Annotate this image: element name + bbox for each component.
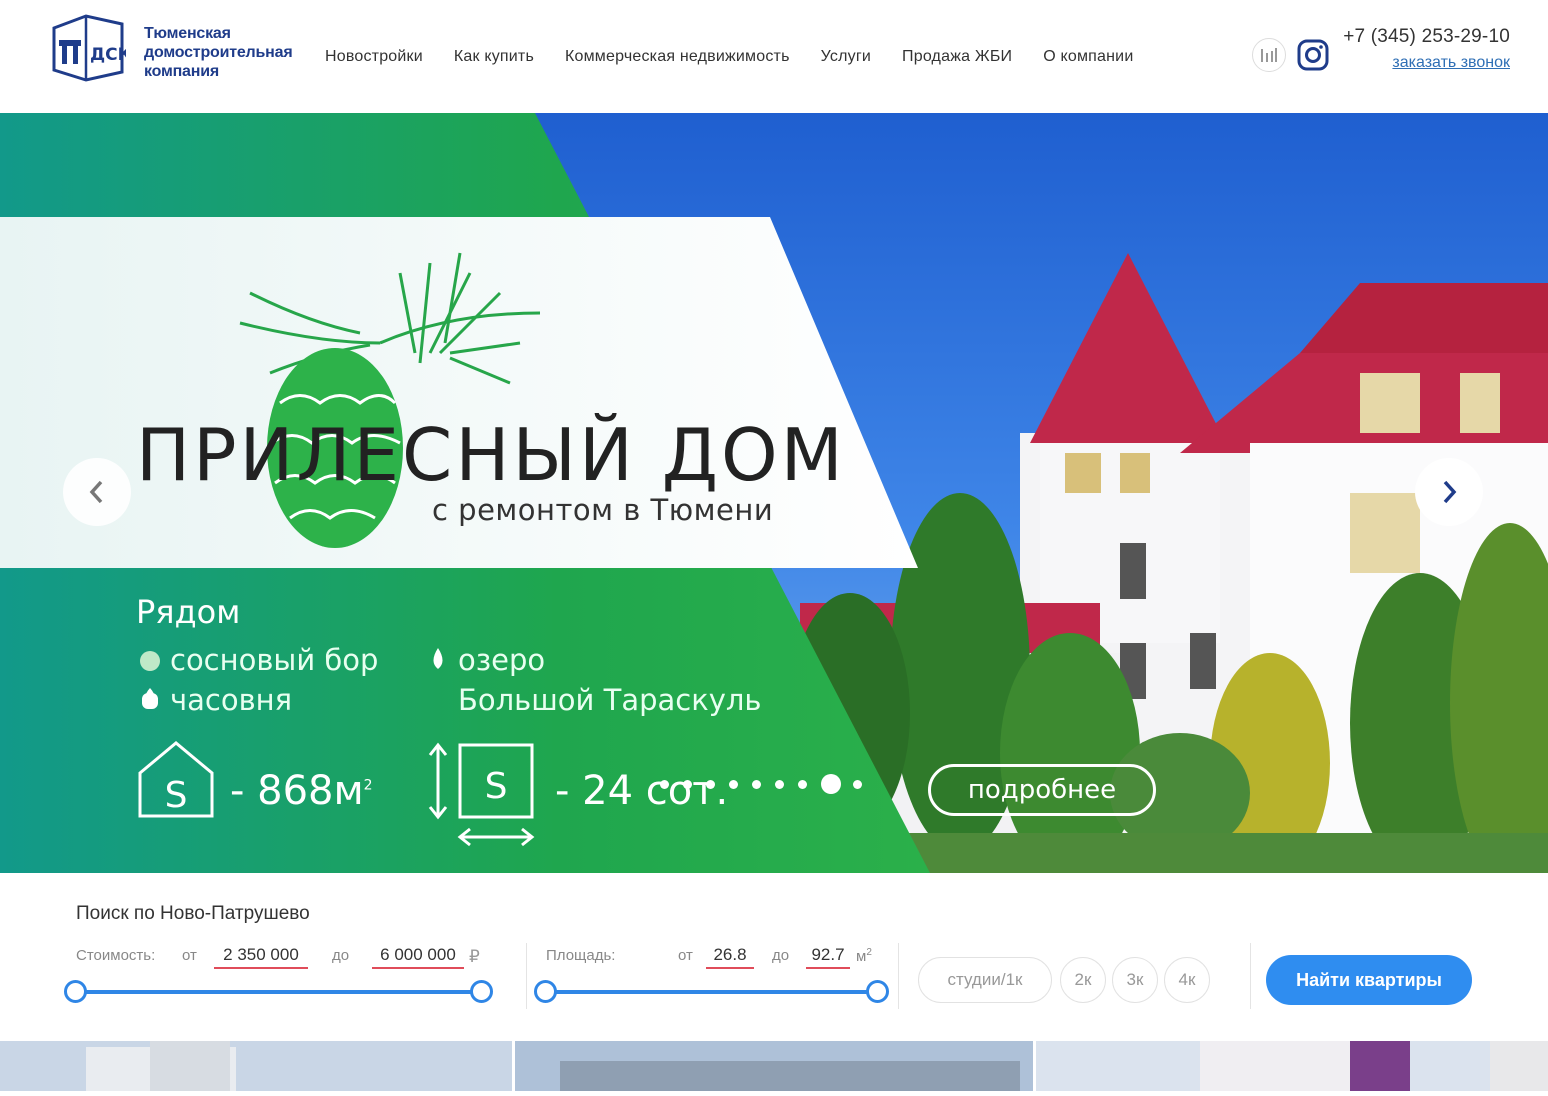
house-area: - 868м2 (230, 768, 373, 814)
room-filter-2k[interactable]: 2к (1060, 957, 1106, 1003)
project-thumbnails (0, 1041, 1548, 1091)
plot-area-letter: S (485, 766, 508, 807)
slider-dots (660, 774, 876, 794)
near-item-lake-name: Большой Тараскуль (458, 683, 762, 717)
hero-slider: S S ПРИЛЕСНЫЙ ДОМ с ремонтом в Тюмени Ря… (0, 113, 1548, 873)
near-title: Рядом (136, 593, 241, 631)
pine-small-icon (140, 651, 160, 671)
more-button[interactable]: подробнее (928, 764, 1156, 816)
price-slider-min-knob[interactable] (64, 980, 87, 1003)
price-label: Стоимость: (76, 947, 156, 964)
house-area-letter: S (165, 775, 188, 816)
logo-mark: ДСК (50, 14, 132, 82)
thumbnails-preview (0, 1041, 1548, 1091)
house-area-sup: 2 (363, 777, 373, 794)
slider-dot[interactable] (821, 774, 841, 794)
area-unit: м2 (856, 947, 872, 965)
nav-item-about[interactable]: О компании (1043, 48, 1133, 66)
slider-dot[interactable] (706, 779, 715, 789)
chevron-left-icon (89, 480, 103, 504)
area-from-label: от (678, 947, 693, 964)
price-from-label: от (182, 947, 197, 964)
divider (526, 943, 527, 1009)
site-header: ДСК Тюменская домостроительная компания … (0, 0, 1548, 113)
chevron-right-icon (1443, 480, 1457, 504)
instagram-icon[interactable] (1296, 38, 1330, 72)
nav-item-commercial[interactable]: Коммерческая недвижимость (565, 48, 790, 66)
slider-prev-button[interactable] (63, 458, 131, 526)
area-slider-max-knob[interactable] (866, 980, 889, 1003)
logo-text-line-3: компания (144, 63, 219, 80)
area-slider-min-knob[interactable] (534, 980, 557, 1003)
divider (1250, 943, 1251, 1009)
nav-item-services[interactable]: Услуги (821, 48, 871, 66)
slider-dot[interactable] (683, 779, 692, 789)
area-label: Площадь: (546, 947, 616, 964)
slider-dot[interactable] (853, 779, 862, 789)
near-item-lake: озеро (458, 643, 546, 677)
price-slider-track[interactable] (76, 990, 480, 994)
price-from-input[interactable]: 2 350 000 (214, 945, 308, 969)
area-slider-track[interactable] (546, 990, 876, 994)
hero-title: ПРИЛЕСНЫЙ ДОМ (136, 413, 846, 497)
callback-link[interactable]: заказать звонок (1392, 54, 1510, 72)
nav-item-how-to-buy[interactable]: Как купить (454, 48, 534, 66)
slider-dot[interactable] (798, 779, 807, 789)
slider-dot[interactable] (729, 779, 738, 789)
apartment-search: Поиск по Ново-Патрушево Стоимость: от 2 … (0, 873, 1548, 1041)
slider-dot[interactable] (775, 779, 784, 789)
price-to-label: до (332, 947, 350, 964)
company-logo[interactable]: ДСК Тюменская домостроительная компания (50, 14, 293, 82)
price-to-input[interactable]: 6 000 000 (372, 945, 464, 969)
area-to-label: до (772, 947, 790, 964)
slider-dot[interactable] (660, 779, 669, 789)
room-filter-studio-1k[interactable]: студии/1к (918, 957, 1052, 1003)
phone-number[interactable]: +7 (345) 253-29-10 (1343, 26, 1510, 48)
logo-mark-text: ДСК (90, 45, 126, 65)
find-apartments-button[interactable]: Найти квартиры (1266, 955, 1472, 1005)
logo-text-line-1: Тюменская (144, 25, 231, 42)
room-filter-4k[interactable]: 4к (1164, 957, 1210, 1003)
logo-text: Тюменская домостроительная компания (144, 24, 293, 81)
near-item-pine-forest: сосновый бор (170, 643, 379, 677)
search-title: Поиск по Ново-Патрушево (76, 903, 310, 924)
area-unit-sup: 2 (866, 947, 872, 958)
nav-item-novostroyki[interactable]: Новостройки (325, 48, 423, 66)
area-from-input[interactable]: 26.8 (706, 945, 754, 969)
hero-subtitle: с ремонтом в Тюмени (432, 493, 774, 527)
slider-dot[interactable] (752, 779, 761, 789)
room-filter-3k[interactable]: 3к (1112, 957, 1158, 1003)
area-to-input[interactable]: 92.7 (806, 945, 850, 969)
near-item-chapel: часовня (170, 683, 293, 717)
logo-text-line-2: домостроительная (144, 44, 293, 61)
currency-label: ₽ (469, 947, 480, 966)
main-nav: Новостройки Как купить Коммерческая недв… (325, 48, 1164, 66)
divider (898, 943, 899, 1009)
slider-next-button[interactable] (1415, 458, 1483, 526)
stats-icon[interactable] (1252, 38, 1286, 72)
price-slider-max-knob[interactable] (470, 980, 493, 1003)
area-unit-text: м (856, 948, 867, 965)
nav-item-zhbi-sales[interactable]: Продажа ЖБИ (902, 48, 1012, 66)
house-area-value: - 868м (230, 768, 364, 814)
